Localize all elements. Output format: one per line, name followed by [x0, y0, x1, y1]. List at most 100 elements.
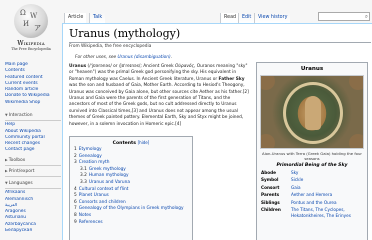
toc-item-number: 4: [74, 186, 77, 192]
toc-title: Contents [hide]: [112, 140, 150, 146]
sidebar: Ω W И ア Wikipedia The Free Encyclopedia …: [0, 0, 62, 240]
toc-item-label: Greek mythology: [88, 166, 126, 172]
toc-item-number: 6: [74, 199, 77, 205]
nav-print: ▶Print/export: [5, 168, 61, 178]
infobox-row-label: Siblings: [261, 199, 280, 205]
infobox-row-value[interactable]: Sickle: [291, 177, 365, 183]
toc-item-label: References: [78, 219, 103, 225]
toc-item[interactable]: 5 Planet Uranus: [74, 193, 188, 200]
triangle-down-icon: ▼: [5, 181, 8, 185]
infobox-row: Abode Sky: [259, 170, 365, 176]
infobox-row-value[interactable]: Pontus and the Ourea: [291, 200, 365, 206]
nav-interaction: ▼Interaction Help About Wikipedia Commun…: [5, 112, 61, 154]
toc-item-number: 1: [74, 147, 77, 152]
toc-item-label: Genealogy: [78, 153, 102, 159]
toc-item-label: Cultural context of flint: [78, 186, 129, 192]
toc-hide-toggle[interactable]: [hide]: [138, 140, 150, 145]
nav-print-heading[interactable]: ▶Print/export: [5, 168, 61, 178]
toc-item[interactable]: 1 Etymology: [74, 147, 188, 154]
infobox-row-value[interactable]: The Titans, The Cyclopes, Hekatonkheires…: [291, 207, 365, 220]
nav-main: Main page Contents Featured content Curr…: [5, 62, 61, 106]
nav-contact-page[interactable]: Contact page: [5, 147, 61, 153]
toc-item-number: 7: [74, 206, 77, 212]
infobox-row-value[interactable]: Sky: [291, 170, 365, 176]
triangle-right-icon: ▶: [5, 169, 8, 173]
toc-item-label: Notes: [78, 212, 92, 218]
nav-wikimedia-shop[interactable]: Wikimedia Shop: [5, 100, 61, 106]
infobox-row-value[interactable]: Aether and Hemera: [291, 192, 365, 198]
toc-list: 1 Etymology 2 Genealogy 3 Creation myth 3.1 Gre…: [74, 147, 188, 226]
toc-item[interactable]: 8 Notes: [74, 213, 188, 220]
toc-item-number: 8: [74, 212, 77, 218]
nav-interaction-heading[interactable]: ▼Interaction: [5, 112, 61, 122]
infobox-row-label: Abode: [261, 170, 276, 175]
infobox-row-label: Symbol: [261, 177, 279, 183]
table-of-contents: Contents [hide] 1 Etymology 2 Genealogy 3 Cre…: [69, 136, 193, 240]
search-box: ⌕: [318, 12, 370, 31]
infobox-row-label: Consort: [261, 184, 280, 190]
toc-item-number: 2: [74, 153, 77, 159]
season-figure: [261, 76, 275, 90]
infobox: Uranus Aion-Uranus with Terra (Greek Gai…: [256, 62, 368, 240]
toc-item-number: 3.1: [80, 166, 87, 172]
nav-languages: ▼Languages Afrikaans Alemannisch العربية…: [5, 180, 61, 234]
infobox-row-label: Parents: [261, 192, 280, 198]
toc-item-number: 5: [74, 193, 77, 199]
toc-item-label: Creation myth: [78, 160, 110, 166]
tab-read[interactable]: Read: [220, 13, 240, 23]
nav-toolbox: ▶Toolbox: [5, 157, 61, 167]
page-tabs: Article Talk Read Edit View history ⌕: [62, 0, 372, 31]
toc-item-number: 3.2: [80, 173, 87, 179]
wordmark: Wikipedia: [17, 40, 45, 47]
toc-item-label: Etymology: [78, 147, 102, 152]
infobox-caption: Aion-Uranus with Terra (Greek Gaia) hold…: [262, 151, 362, 161]
hatnote: For other uses, see Uranus (disambiguati…: [75, 55, 173, 60]
toc-item-label: Planet Uranus: [78, 193, 109, 199]
toc-item[interactable]: 3.2 Human mythology: [74, 173, 188, 180]
season-figure: [349, 76, 363, 90]
wikipedia-logo[interactable]: Ω W И ア Wikipedia The Free Encyclopedia: [6, 4, 56, 56]
triangle-right-icon: ▶: [5, 158, 8, 162]
toc-item-number: 3.3: [80, 179, 87, 185]
content-area: Uranus (mythology) From Wikipedia, the f…: [62, 23, 372, 240]
lead-paragraph: Uranus (/ˈjʊərənəs/ or /jʊˈreɪnəs/; Anci…: [69, 64, 249, 127]
infobox-row-value[interactable]: Gaia: [291, 185, 365, 191]
search-icon[interactable]: ⌕: [365, 13, 368, 21]
toc-item[interactable]: 9 References: [74, 220, 188, 227]
infobox-row: Symbol Sickle: [259, 177, 365, 183]
toc-item-label: Uranus and Varuna: [88, 179, 130, 185]
toc-item-number: 3: [74, 160, 77, 166]
season-figure: [261, 134, 275, 148]
infobox-row: Siblings Pontus and the Ourea: [259, 200, 365, 206]
toc-item-label: Consorts and children: [78, 199, 126, 205]
puzzle-globe-icon: Ω W И ア: [14, 4, 48, 38]
infobox-title: Uranus: [300, 66, 324, 72]
aion-figure: [305, 96, 321, 130]
infobox-row-label: Children: [261, 207, 281, 213]
tab-view-history[interactable]: View history: [254, 13, 291, 23]
page-title: Uranus (mythology): [69, 27, 181, 40]
infobox-subtitle: Primordial Being of the Sky: [276, 163, 348, 168]
toc-item-label: Genealogy of the Olympians in Greek myth…: [78, 206, 184, 212]
infobox-row: Children The Titans, The Cyclopes, Hekato…: [259, 207, 365, 220]
tagline: The Free Encyclopedia: [11, 47, 51, 51]
toc-item[interactable]: 7 Genealogy of the Olympians in Greek myt…: [74, 206, 188, 213]
tab-article[interactable]: Article: [64, 13, 87, 23]
infobox-rows: Abode Sky Symbol Sickle Consort Gaia Parents Ae…: [259, 170, 365, 220]
toc-item-label: Human mythology: [88, 173, 129, 179]
season-figure: [349, 134, 363, 148]
tab-edit[interactable]: Edit: [238, 13, 255, 23]
toc-item-number: 9: [74, 219, 77, 225]
triangle-down-icon: ▼: [5, 113, 8, 117]
tab-talk[interactable]: Talk: [89, 13, 106, 23]
infobox-image[interactable]: [260, 75, 364, 149]
toc-item[interactable]: 3 Creation myth: [74, 160, 188, 167]
toc-item[interactable]: 3.3 Uranus and Varuna: [74, 180, 188, 187]
nav-languages-heading[interactable]: ▼Languages: [5, 180, 61, 190]
site-subtitle: From Wikipedia, the free encyclopedia: [69, 44, 152, 49]
heading-divider: [69, 42, 371, 43]
infobox-row: Parents Aether and Hemera: [259, 192, 365, 198]
nav-toolbox-heading[interactable]: ▶Toolbox: [5, 157, 61, 167]
hatnote-link[interactable]: Uranus (disambiguation): [118, 55, 171, 60]
lang-link[interactable]: Беларуская: [5, 228, 61, 234]
